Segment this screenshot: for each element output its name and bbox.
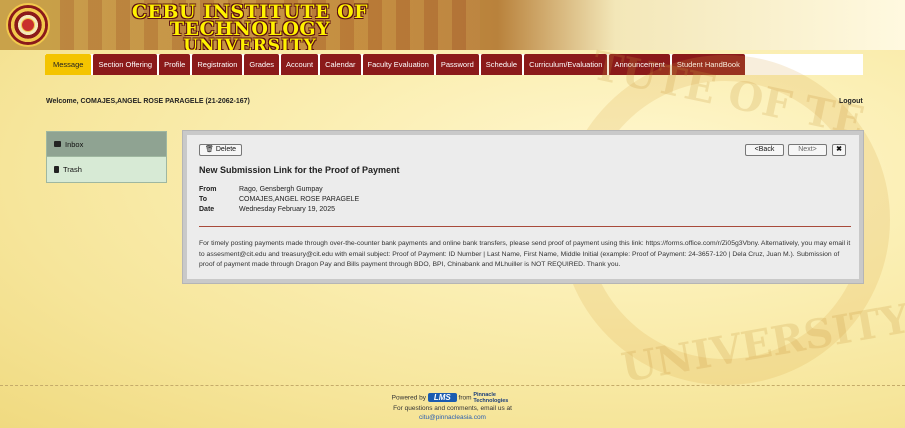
from-label: From: [199, 186, 217, 193]
sidebar-item-label: Inbox: [65, 139, 84, 149]
message-body: For timely posting payments made through…: [199, 240, 851, 268]
from-text: from: [458, 394, 472, 402]
next-button[interactable]: Next>: [788, 144, 827, 156]
mail-sidebar: Inbox Trash: [46, 131, 167, 183]
header-banner: CEBU INSTITUTE OF TECHNOLOGY UNIVERSITY: [0, 0, 905, 50]
lms-logo: LMS: [427, 392, 457, 402]
footer-divider: [0, 385, 905, 386]
university-title: CEBU INSTITUTE OF TECHNOLOGY UNIVERSITY: [100, 1, 400, 51]
logout-link[interactable]: Logout: [839, 98, 863, 105]
powered-by-text: Powered by: [391, 394, 426, 402]
delete-label: Delete: [215, 146, 237, 153]
trash-icon: [54, 166, 59, 173]
trash-icon: 🗑: [205, 146, 214, 153]
nav-password[interactable]: Password: [435, 54, 479, 75]
nav-faculty-evaluation[interactable]: Faculty Evaluation: [362, 54, 434, 75]
title-line1: CEBU INSTITUTE OF TECHNOLOGY: [131, 1, 369, 40]
message-panel: 🗑 Delete <Back Next> ✖ New Submission Li…: [183, 131, 863, 283]
close-button[interactable]: ✖: [832, 144, 846, 156]
to-value: COMAJES,ANGEL ROSE PARAGELE: [239, 196, 360, 203]
welcome-text: Welcome, COMAJES,ANGEL ROSE PARAGELE (21…: [46, 98, 250, 105]
nav-registration[interactable]: Registration: [192, 54, 243, 75]
message-divider: [199, 226, 851, 227]
back-button[interactable]: <Back: [745, 144, 784, 156]
university-seal-logo: [6, 3, 50, 47]
date-label: Date: [199, 206, 215, 213]
nav-account[interactable]: Account: [281, 54, 319, 75]
nav-schedule[interactable]: Schedule: [480, 54, 523, 75]
sidebar-item-inbox[interactable]: Inbox: [46, 131, 167, 157]
inbox-icon: [54, 141, 61, 147]
questions-text: For questions and comments, email us at: [393, 405, 512, 412]
nav-calendar[interactable]: Calendar: [320, 54, 361, 75]
sidebar-item-label: Trash: [63, 165, 82, 174]
nav-profile[interactable]: Profile: [159, 54, 191, 75]
nav-grades[interactable]: Grades: [244, 54, 279, 75]
title-line2: UNIVERSITY: [183, 36, 317, 51]
date-value: Wednesday February 19, 2025: [239, 206, 335, 213]
from-value: Rago, Gensbergh Gumpay: [239, 186, 323, 193]
footer: Powered by LMS from Pinnacle Technologie…: [0, 392, 905, 422]
nav-message[interactable]: Message: [45, 54, 92, 75]
to-label: To: [199, 196, 208, 203]
sidebar-item-trash[interactable]: Trash: [46, 157, 167, 183]
message-subject: New Submission Link for the Proof of Pay…: [199, 165, 400, 175]
pinnacle-logo: Pinnacle Technologies: [473, 392, 509, 404]
nav-section-offering[interactable]: Section Offering: [93, 54, 158, 75]
delete-button[interactable]: 🗑 Delete: [199, 144, 243, 156]
support-email-link[interactable]: citu@pinnacleasia.com: [419, 414, 486, 421]
